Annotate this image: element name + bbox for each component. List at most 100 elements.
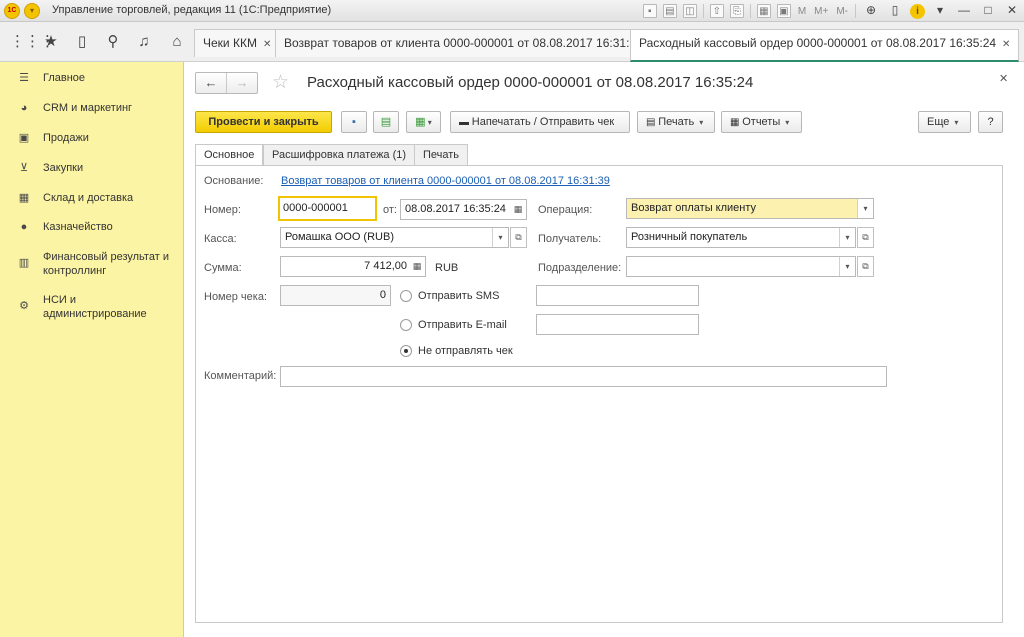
number-input[interactable]: 0000-000001 — [278, 196, 377, 221]
comment-label: Комментарий: — [204, 370, 277, 382]
history-icon[interactable]: ▯ — [72, 32, 92, 52]
tab-checks-kkm[interactable]: Чеки ККМ ✕ — [194, 29, 281, 57]
tab-cash-order[interactable]: Расходный кассовый ордер 0000-000001 от … — [630, 29, 1020, 62]
send-sms-radio[interactable] — [400, 290, 412, 302]
pie-chart-icon: ◕ — [20, 102, 28, 114]
search-icon[interactable]: ⚲ — [103, 32, 123, 52]
sidebar-item-label: Главное — [43, 72, 86, 84]
preview-icon[interactable]: ◫ — [682, 4, 697, 18]
chevron-down-icon: ▾ — [785, 118, 790, 127]
toolbar-divider — [749, 4, 751, 18]
close-icon[interactable]: ✕ — [999, 72, 1008, 85]
print-send-check-button[interactable]: ▬ Напечатать / Отправить чек — [450, 111, 630, 133]
menu-lines-icon: ☰ — [19, 72, 29, 84]
more-button[interactable]: Еще ▾ — [918, 111, 971, 133]
tab-label: Чеки ККМ — [203, 36, 257, 50]
minimize-icon[interactable]: — — [956, 3, 972, 19]
home-icon[interactable]: ⌂ — [167, 32, 187, 52]
panels-icon[interactable]: ▯ — [887, 3, 903, 19]
apps-grid-icon[interactable]: ⋮⋮⋮ — [10, 32, 55, 52]
close-icon[interactable]: ✕ — [263, 39, 271, 50]
calendar-icon[interactable]: ▦ — [510, 200, 526, 219]
maximize-icon[interactable]: □ — [980, 3, 996, 19]
save-icon[interactable]: ▪ — [341, 111, 367, 133]
close-icon[interactable]: ✕ — [1004, 3, 1020, 19]
sidebar-item-label: Финансовый результат и контроллинг — [43, 251, 169, 277]
attach-icon[interactable]: ⎘ — [729, 4, 744, 18]
sidebar-item-label: Продажи — [43, 132, 89, 144]
calculator-icon[interactable]: ▦ — [756, 4, 771, 18]
sidebar-item-main[interactable]: ☰ Главное — [0, 71, 184, 85]
check-number-label: Номер чека: — [204, 291, 267, 303]
printer-icon: ▬ — [459, 117, 472, 128]
sections-sidebar: ☰ Главное ◕ CRM и маркетинг ▣ Продажи ⊻ … — [0, 62, 184, 637]
chevron-down-icon: ▾ — [954, 118, 959, 127]
operation-select[interactable]: Возврат оплаты клиенту ▾ — [626, 198, 874, 219]
open-department-icon[interactable]: ⧉ — [857, 256, 874, 277]
cash-select[interactable]: Ромашка ООО (RUB) ▾ — [280, 227, 509, 248]
chevron-down-icon[interactable]: ▾ — [932, 3, 948, 19]
chevron-down-icon[interactable]: ▾ — [839, 228, 855, 247]
comment-input[interactable] — [280, 366, 887, 387]
sidebar-item-admin[interactable]: ⚙ НСИ и администрирование — [0, 293, 184, 321]
post-and-close-button[interactable]: Провести и закрыть — [195, 111, 332, 133]
recipient-select[interactable]: Розничный покупатель ▾ — [626, 227, 856, 248]
currency-label: RUB — [435, 262, 459, 274]
tab-return-goods[interactable]: Возврат товаров от клиента 0000-000001 о… — [275, 29, 667, 57]
tab-print[interactable]: Печать — [414, 144, 469, 166]
sidebar-item-purchases[interactable]: ⊻ Закупки — [0, 161, 184, 175]
sms-phone-input[interactable] — [536, 285, 699, 306]
post-document-icon[interactable]: ▤ — [373, 111, 399, 133]
print-icon[interactable]: ▤ — [662, 4, 677, 18]
forward-arrow-icon[interactable]: → — [226, 73, 257, 93]
memory-minus-button[interactable]: M- — [836, 6, 848, 17]
sidebar-item-treasury[interactable]: ● Казначейство — [0, 220, 184, 234]
send-sms-label: Отправить SMS — [418, 290, 500, 302]
main-menu-button[interactable]: ▾ — [24, 3, 40, 19]
tab-payment-details[interactable]: Расшифровка платежа (1) — [263, 144, 416, 166]
department-select[interactable]: ▾ — [626, 256, 856, 277]
basis-link[interactable]: Возврат товаров от клиента 0000-000001 о… — [281, 175, 610, 187]
star-icon[interactable]: ★ — [41, 32, 61, 52]
chevron-down-icon[interactable]: ▾ — [492, 228, 508, 247]
sidebar-item-finance[interactable]: ▥ Финансовый результат и контроллинг — [0, 250, 184, 278]
send-email-radio[interactable] — [400, 319, 412, 331]
sidebar-item-warehouse[interactable]: ▦ Склад и доставка — [0, 191, 184, 205]
operation-label: Операция: — [538, 204, 593, 216]
chevron-down-icon[interactable]: ▾ — [857, 199, 873, 218]
sidebar-item-sales[interactable]: ▣ Продажи — [0, 131, 184, 145]
chevron-down-icon: ▾ — [699, 118, 704, 127]
print-button[interactable]: ▤ Печать ▾ — [637, 111, 715, 133]
favorite-star-icon[interactable]: ☆ — [272, 72, 289, 94]
check-number-input[interactable]: 0 — [280, 285, 391, 306]
back-arrow-icon[interactable]: ← — [196, 73, 226, 93]
operation-value: Возврат оплаты клиенту — [631, 202, 757, 214]
info-icon[interactable]: i — [910, 3, 925, 19]
upload-icon[interactable]: ⇧ — [709, 4, 724, 18]
calculator-icon[interactable]: ▦ — [409, 257, 425, 276]
help-button[interactable]: ? — [978, 111, 1003, 133]
open-cash-icon[interactable]: ⧉ — [510, 227, 527, 248]
memory-m-button[interactable]: M — [798, 6, 806, 17]
bell-icon[interactable]: ♫ — [134, 32, 154, 52]
chevron-down-icon[interactable]: ▾ — [839, 257, 855, 276]
memory-plus-button[interactable]: M+ — [814, 6, 828, 17]
sum-label: Сумма: — [204, 262, 242, 274]
save-icon[interactable]: ▪ — [642, 4, 657, 18]
reports-button[interactable]: ▦ Отчеты ▾ — [721, 111, 802, 133]
zoom-icon[interactable]: ⊕ — [863, 3, 879, 19]
email-input[interactable] — [536, 314, 699, 335]
create-based-on-icon[interactable]: ▦ ▾ — [406, 111, 441, 133]
calendar-icon[interactable]: ▣ — [776, 4, 791, 18]
open-recipient-icon[interactable]: ⧉ — [857, 227, 874, 248]
tab-main[interactable]: Основное — [195, 144, 264, 167]
sidebar-item-label: Казначейство — [43, 221, 113, 233]
bar-chart-icon: ▥ — [18, 257, 30, 269]
date-value: 08.08.2017 16:35:24 — [405, 203, 506, 215]
button-label: Напечатать / Отправить чек — [471, 116, 615, 128]
sidebar-item-crm[interactable]: ◕ CRM и маркетинг — [0, 101, 184, 115]
no-send-radio[interactable] — [400, 345, 412, 357]
sum-input[interactable]: 7 412,00 ▦ — [280, 256, 426, 277]
date-input[interactable]: 08.08.2017 16:35:24 ▦ — [400, 199, 527, 220]
close-icon[interactable]: ✕ — [1002, 39, 1010, 50]
